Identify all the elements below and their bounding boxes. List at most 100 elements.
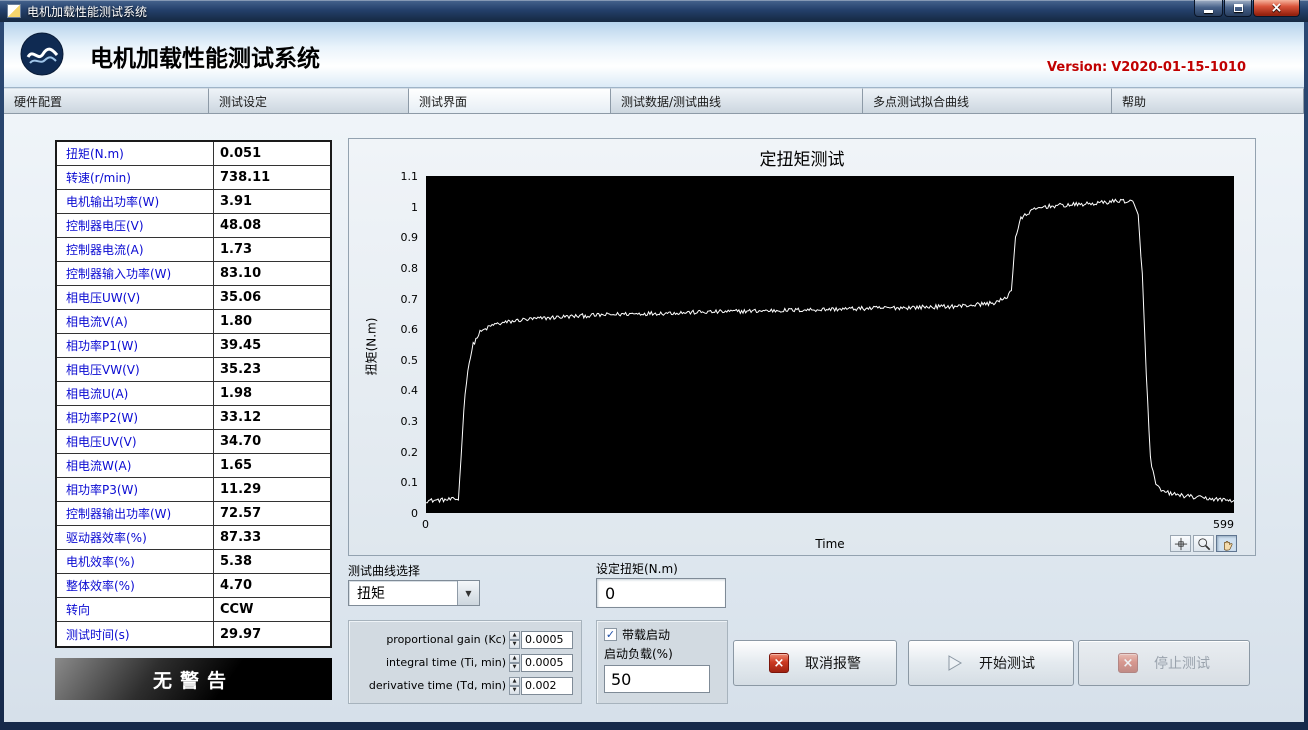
measurement-value: 0.051: [214, 142, 330, 165]
torque-trace: [426, 176, 1234, 513]
maximize-icon: [1234, 4, 1243, 12]
measurement-table: 扭矩(N.m)0.051转速(r/min)738.11电机输出功率(W)3.91…: [55, 140, 332, 648]
measurement-label: 测试时间(s): [57, 622, 214, 646]
start-test-button[interactable]: 开始测试: [908, 640, 1074, 686]
measurement-row: 控制器电流(A)1.73: [57, 238, 330, 262]
x-tick-max: 599: [1213, 518, 1234, 531]
close-button[interactable]: ×: [1253, 0, 1300, 17]
y-tick-label: 0.1: [346, 476, 418, 489]
measurement-label: 扭矩(N.m): [57, 142, 214, 165]
warning-banner: 无警告: [55, 658, 332, 700]
measurement-value: 87.33: [214, 526, 330, 549]
measurement-label: 相电压VW(V): [57, 358, 214, 381]
start-load-label: 启动负载(%): [604, 645, 720, 662]
pid-row: derivative time (Td, min)▲▼: [349, 674, 581, 697]
x-tick-min: 0: [422, 518, 429, 531]
start-test-label: 开始测试: [979, 653, 1035, 673]
minimize-button[interactable]: [1194, 0, 1223, 17]
measurement-value: 738.11: [214, 166, 330, 189]
measurement-value: 1.80: [214, 310, 330, 333]
measurement-row: 相电流U(A)1.98: [57, 382, 330, 406]
y-tick-label: 0.7: [346, 293, 418, 306]
decrement-button[interactable]: ▼: [509, 686, 520, 695]
close-icon: ×: [1271, 1, 1283, 16]
crosshair-tool-icon[interactable]: [1170, 535, 1191, 552]
measurement-value: 1.98: [214, 382, 330, 405]
measurement-value: 3.91: [214, 190, 330, 213]
pid-value-input[interactable]: [521, 677, 573, 695]
measurement-value: 34.70: [214, 430, 330, 453]
cancel-alarm-label: 取消报警: [805, 653, 861, 673]
maximize-button[interactable]: [1224, 0, 1252, 17]
set-torque-input[interactable]: [596, 578, 726, 608]
measurement-row: 相电流W(A)1.65: [57, 454, 330, 478]
curve-select-dropdown[interactable]: 扭矩 ▼: [348, 580, 480, 606]
measurement-value: 5.38: [214, 550, 330, 573]
measurement-label: 控制器输出功率(W): [57, 502, 214, 525]
version-value: V2020-01-15-1010: [1111, 60, 1246, 75]
measurement-label: 相电压UW(V): [57, 286, 214, 309]
measurement-row: 电机输出功率(W)3.91: [57, 190, 330, 214]
set-torque-label: 设定扭矩(N.m): [596, 560, 678, 577]
measurement-value: 33.12: [214, 406, 330, 429]
title-bar: 电机加载性能测试系统 ×: [0, 0, 1308, 22]
app-icon[interactable]: [7, 4, 21, 18]
tab-help[interactable]: 帮助: [1112, 88, 1304, 113]
tab-test-settings[interactable]: 测试设定: [209, 88, 409, 113]
red-x-icon-disabled: ×: [1118, 653, 1138, 673]
decrement-button[interactable]: ▼: [509, 640, 520, 649]
pid-spinner: ▲▼: [509, 631, 520, 649]
increment-button[interactable]: ▲: [509, 654, 520, 663]
measurement-row: 电机效率(%)5.38: [57, 550, 330, 574]
chevron-down-icon[interactable]: ▼: [457, 581, 479, 605]
measurement-value: 39.45: [214, 334, 330, 357]
measurement-label: 相电压UV(V): [57, 430, 214, 453]
y-tick-label: 0.5: [346, 354, 418, 367]
version-prefix: Version:: [1047, 60, 1107, 75]
graph-tool-palette: [1170, 535, 1237, 552]
measurement-label: 相功率P3(W): [57, 478, 214, 501]
measurement-row: 相电流V(A)1.80: [57, 310, 330, 334]
y-tick-label: 0.2: [346, 446, 418, 459]
measurement-row: 相电压VW(V)35.23: [57, 358, 330, 382]
measurement-row: 转向CCW: [57, 598, 330, 622]
pid-label: derivative time (Td, min): [349, 679, 509, 692]
increment-button[interactable]: ▲: [509, 677, 520, 686]
play-icon: [947, 654, 963, 672]
measurement-row: 相功率P3(W)11.29: [57, 478, 330, 502]
tab-multipoint-fit-curve[interactable]: 多点测试拟合曲线: [863, 88, 1112, 113]
red-x-icon: ×: [769, 653, 789, 673]
measurement-value: 11.29: [214, 478, 330, 501]
y-tick-label: 1: [346, 201, 418, 214]
start-load-input[interactable]: [604, 665, 710, 693]
decrement-button[interactable]: ▼: [509, 663, 520, 672]
pid-value-input[interactable]: [521, 631, 573, 649]
pid-spinner: ▲▼: [509, 654, 520, 672]
cancel-alarm-button[interactable]: × 取消报警: [733, 640, 897, 686]
tab-test-data-curves[interactable]: 测试数据/测试曲线: [611, 88, 863, 113]
measurement-label: 整体效率(%): [57, 574, 214, 597]
y-tick-label: 1.1: [346, 170, 418, 183]
load-start-panel: ✓ 带载启动 启动负载(%): [596, 620, 728, 704]
measurement-row: 扭矩(N.m)0.051: [57, 142, 330, 166]
measurement-label: 驱动器效率(%): [57, 526, 214, 549]
measurement-label: 控制器电流(A): [57, 238, 214, 261]
pid-panel: proportional gain (Kc)▲▼integral time (T…: [348, 620, 582, 704]
measurement-row: 相功率P2(W)33.12: [57, 406, 330, 430]
tab-hardware-config[interactable]: 硬件配置: [4, 88, 209, 113]
zoom-tool-icon[interactable]: [1193, 535, 1214, 552]
y-tick-label: 0.3: [346, 415, 418, 428]
minimize-icon: [1204, 10, 1213, 13]
pid-value-input[interactable]: [521, 654, 573, 672]
window-body: 电机加载性能测试系统 Version:V2020-01-15-1010 硬件配置…: [4, 22, 1304, 722]
load-start-checkbox[interactable]: ✓: [604, 628, 617, 641]
measurement-value: 83.10: [214, 262, 330, 285]
tab-test-interface[interactable]: 测试界面: [409, 88, 611, 113]
pid-spinner: ▲▼: [509, 677, 520, 695]
measurement-label: 相功率P1(W): [57, 334, 214, 357]
y-tick-label: 0.4: [346, 384, 418, 397]
pan-tool-icon[interactable]: [1216, 535, 1237, 552]
stop-test-label: 停止测试: [1154, 653, 1210, 673]
increment-button[interactable]: ▲: [509, 631, 520, 640]
measurement-value: 1.73: [214, 238, 330, 261]
